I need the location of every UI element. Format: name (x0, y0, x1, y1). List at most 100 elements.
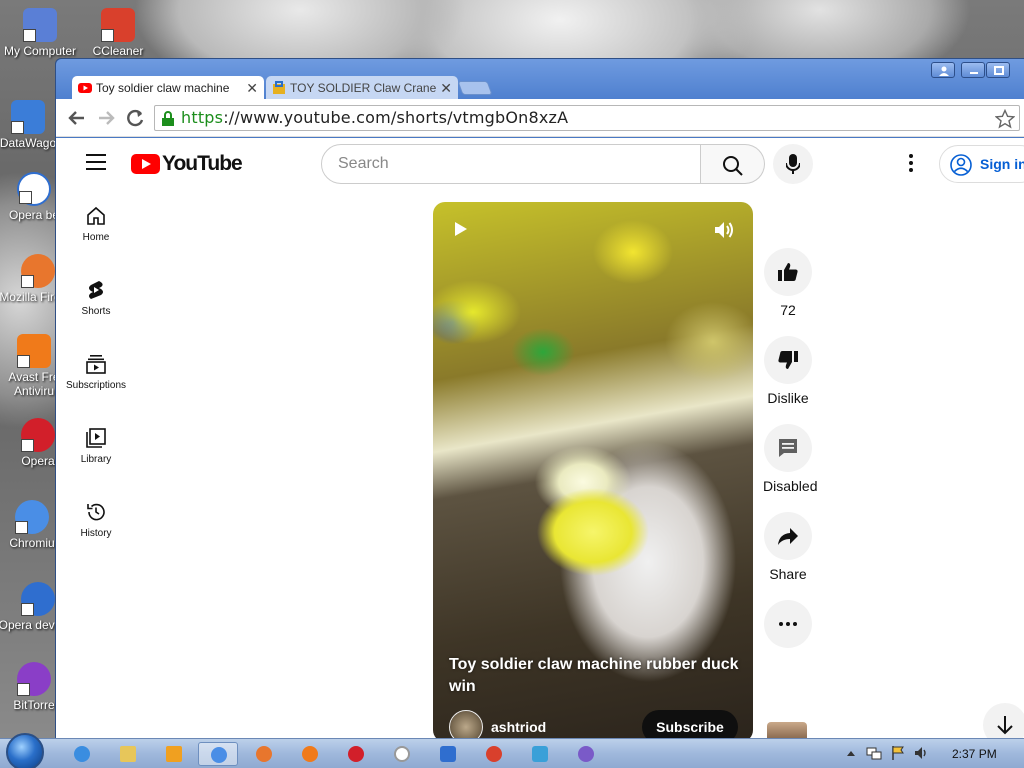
menu-icon[interactable] (86, 154, 106, 170)
sign-in-label: Sign in (980, 156, 1024, 172)
youtube-page: YouTube Search Sign in Home Shorts Subsc… (56, 138, 1024, 738)
comment-icon (779, 439, 797, 457)
volume-icon[interactable] (713, 220, 735, 240)
address-bar[interactable]: https://www.youtube.com/shorts/vtmgbOn8x… (154, 105, 1020, 131)
taskbar-opera[interactable] (336, 742, 376, 766)
nav-item-subscriptions[interactable]: Subscriptions (56, 346, 136, 416)
comments-button[interactable] (764, 424, 812, 472)
desktop-icon-label: My Computer (3, 44, 77, 58)
bittorrent-icon (17, 662, 51, 696)
dislike-button[interactable] (764, 336, 812, 384)
taskbar-app[interactable] (520, 742, 560, 766)
desktop-icon-label: CCleaner (92, 44, 144, 58)
share-label: Share (769, 566, 807, 582)
more-actions[interactable] (763, 600, 813, 654)
opera-beta-icon (17, 172, 51, 206)
taskbar: 2:37 PM (0, 733, 1024, 768)
sign-in-button[interactable]: Sign in (939, 145, 1024, 183)
taskbar-media-player[interactable] (154, 742, 194, 766)
tab-title: Toy soldier claw machine (96, 81, 230, 95)
forward-icon[interactable] (95, 107, 117, 129)
nav-item-shorts[interactable]: Shorts (56, 272, 136, 342)
youtube-favicon-icon (78, 83, 92, 93)
taskbar-explorer[interactable] (108, 742, 148, 766)
play-icon[interactable] (453, 220, 469, 238)
like-action[interactable]: 72 (763, 248, 813, 318)
bookmark-star-icon[interactable] (995, 109, 1015, 129)
avast-icon (17, 334, 51, 368)
more-options-icon[interactable] (901, 151, 921, 177)
taskbar-avast[interactable] (290, 742, 330, 766)
nav-item-library[interactable]: Library (56, 420, 136, 490)
opera-icon (348, 746, 364, 762)
library-icon (86, 428, 106, 448)
action-center-flag-icon[interactable] (890, 745, 906, 761)
tray-expand-icon[interactable] (846, 749, 856, 757)
desktop-icon-label: Chromiu (9, 536, 55, 550)
taskbar-ie[interactable] (62, 742, 102, 766)
taskbar-firefox[interactable] (244, 742, 284, 766)
more-actions-button[interactable] (764, 600, 812, 648)
volume-tray-icon[interactable] (914, 745, 930, 761)
desktop-icon-label: Opera be (8, 208, 60, 222)
desktop-icon-my-computer[interactable]: My Computer (0, 8, 80, 58)
channel-avatar[interactable] (449, 710, 483, 738)
taskbar-browser[interactable] (566, 742, 606, 766)
short-title: Toy soldier claw machine rubber duck win (449, 656, 739, 695)
microphone-icon (786, 154, 800, 174)
channel-name[interactable]: ashtriod (491, 719, 546, 735)
nav-item-history[interactable]: History (56, 494, 136, 564)
taskbar-chromium[interactable] (198, 742, 238, 766)
thumbs-down-icon (778, 351, 798, 369)
like-button[interactable] (764, 248, 812, 296)
search-button[interactable] (701, 144, 765, 184)
maximize-button[interactable] (986, 62, 1010, 78)
next-short-button[interactable] (983, 703, 1024, 738)
search-icon (723, 156, 743, 176)
network-icon[interactable] (866, 745, 882, 761)
desktop-icon-label: BitTorre (13, 698, 55, 712)
opera-developer-icon (21, 582, 55, 616)
taskbar-opera-developer[interactable] (428, 742, 468, 766)
avast-icon (302, 746, 318, 762)
back-icon[interactable] (66, 107, 88, 129)
app-icon (532, 746, 548, 762)
tab-close-icon[interactable]: ✕ (440, 76, 452, 100)
subscribe-button[interactable]: Subscribe (642, 710, 738, 738)
reload-icon[interactable] (124, 107, 146, 129)
taskbar-opera-beta[interactable] (382, 742, 422, 766)
dislike-action[interactable]: Dislike (763, 336, 813, 406)
system-tray: 2:37 PM (840, 739, 1024, 768)
nav-item-home[interactable]: Home (56, 198, 136, 268)
share-action[interactable]: Share (763, 512, 813, 582)
profile-button[interactable] (931, 62, 955, 78)
dislike-label: Dislike (767, 390, 809, 406)
opera-developer-icon (440, 746, 456, 762)
share-icon (778, 528, 798, 545)
start-button[interactable] (6, 733, 44, 768)
minimize-icon (970, 72, 978, 74)
desktop-icon-ccleaner[interactable]: CCleaner (78, 8, 158, 58)
chromium-icon (211, 747, 227, 763)
url-scheme: https (181, 108, 224, 127)
next-short-thumbnail[interactable] (767, 722, 807, 738)
internet-explorer-icon (74, 746, 90, 762)
desktop-icon-label: Avast Fre Antiviru (8, 370, 60, 398)
tab-close-icon[interactable]: ✕ (246, 76, 258, 100)
new-tab-button[interactable] (457, 81, 493, 95)
search-placeholder: Search (338, 155, 389, 172)
comments-action[interactable]: Disabled (763, 424, 817, 494)
minimize-button[interactable] (961, 62, 985, 78)
nav-item-label: Home (82, 232, 110, 243)
youtube-logo[interactable]: YouTube (131, 152, 243, 176)
clock[interactable]: 2:37 PM (952, 747, 997, 761)
tab-toy-soldier[interactable]: TOY SOLDIER Claw Crane ✕ (266, 76, 458, 100)
thumbs-up-icon (778, 263, 798, 281)
share-button[interactable] (764, 512, 812, 560)
taskbar-ccleaner[interactable] (474, 742, 514, 766)
short-video-player[interactable]: Toy soldier claw machine rubber duck win… (433, 202, 753, 738)
search-input[interactable]: Search (321, 144, 701, 184)
datawago-icon (11, 100, 45, 134)
voice-search-button[interactable] (773, 144, 813, 184)
tab-youtube-short[interactable]: Toy soldier claw machine ✕ (72, 76, 264, 100)
